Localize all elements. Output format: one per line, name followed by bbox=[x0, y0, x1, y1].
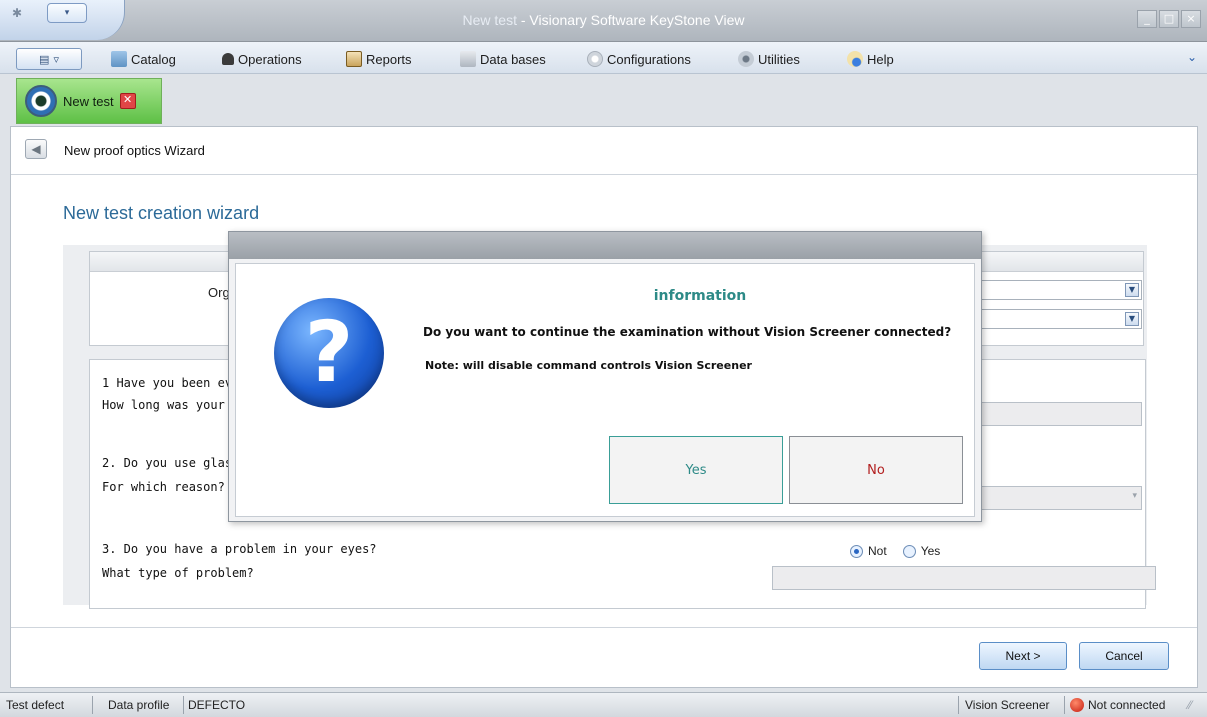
panel-icon: ▤ bbox=[39, 52, 50, 66]
organization-label: Org bbox=[208, 285, 230, 300]
menu-reports[interactable]: Reports bbox=[346, 50, 412, 68]
document-tab-strip: New test ✕ bbox=[0, 74, 1207, 126]
help-icon bbox=[847, 51, 863, 67]
menu-configurations-label: Configurations bbox=[607, 51, 691, 67]
information-dialog: ? information Do you want to continue th… bbox=[228, 231, 982, 522]
problem-type-field[interactable] bbox=[772, 566, 1156, 590]
question-1-sub: How long was your bbox=[102, 398, 225, 412]
disconnected-icon bbox=[1070, 698, 1084, 712]
eye-problem-radio-group: Not Yes bbox=[850, 544, 940, 558]
reports-icon bbox=[346, 51, 362, 67]
resize-grip-icon[interactable]: ⁄⁄ bbox=[1188, 698, 1192, 712]
minimize-icon[interactable]: _ bbox=[1137, 10, 1157, 28]
next-button[interactable]: Next > bbox=[979, 642, 1067, 670]
menu-utilities[interactable]: Utilities bbox=[738, 50, 800, 68]
radio-yes[interactable]: Yes bbox=[902, 544, 941, 558]
status-profile-value: DEFECTO bbox=[188, 698, 246, 712]
title-bar: ✱ ▾ New test - Visionary Software KeySto… bbox=[0, 0, 1207, 42]
dialog-note: Note: will disable command controls Visi… bbox=[425, 359, 752, 372]
question-2: 2. Do you use glasse bbox=[102, 456, 247, 470]
status-profile-label: Data profile bbox=[108, 698, 170, 712]
window-title: New test - Visionary Software KeyStone V… bbox=[462, 12, 745, 28]
menu-help[interactable]: Help bbox=[847, 50, 894, 68]
section-title: New test creation wizard bbox=[63, 203, 260, 223]
second-combo[interactable]: ▼ bbox=[974, 309, 1142, 329]
maximize-icon[interactable]: □ bbox=[1159, 10, 1179, 28]
status-divider bbox=[92, 696, 93, 714]
tab-label: New test bbox=[63, 93, 114, 109]
dialog-question: Do you want to continue the examination … bbox=[423, 325, 952, 339]
radio-unselected-icon[interactable] bbox=[902, 544, 916, 558]
close-icon[interactable]: × bbox=[1181, 10, 1201, 28]
chevron-down-icon[interactable]: ▼ bbox=[1125, 283, 1139, 297]
question-icon: ? bbox=[274, 298, 384, 408]
tab-new-test[interactable]: New test ✕ bbox=[16, 78, 162, 124]
view-menu-button[interactable]: ▤ ▿ bbox=[16, 48, 82, 70]
wizard-title: New proof optics Wizard bbox=[64, 143, 205, 158]
menu-catalog[interactable]: Catalog bbox=[111, 50, 176, 68]
window-controls: _ □ × bbox=[1137, 10, 1201, 28]
eye-icon bbox=[25, 85, 57, 117]
menu-utilities-label: Utilities bbox=[758, 51, 800, 67]
chevron-down-icon: ▾ bbox=[1132, 491, 1137, 501]
no-button[interactable]: No bbox=[789, 436, 963, 504]
yes-button[interactable]: Yes bbox=[609, 436, 783, 504]
chevron-down-icon: ▿ bbox=[53, 52, 59, 66]
question-1: 1 Have you been ev bbox=[102, 376, 233, 390]
status-device: Vision Screener bbox=[965, 698, 1050, 712]
menu-reports-label: Reports bbox=[366, 51, 412, 67]
ribbon-expand-icon[interactable]: ⌄ bbox=[1187, 50, 1197, 64]
status-divider bbox=[1064, 696, 1065, 714]
menu-bar: ▤ ▿ Catalog Operations Reports Data bases… bbox=[0, 42, 1207, 74]
status-divider bbox=[958, 696, 959, 714]
radio-not-label: Not bbox=[868, 544, 887, 558]
question-3: 3. Do you have a problem in your eyes? bbox=[102, 542, 377, 556]
back-arrow-icon[interactable]: ◀ bbox=[25, 139, 47, 159]
status-test: Test defect bbox=[6, 698, 65, 712]
dialog-title-bar bbox=[229, 232, 981, 259]
question-2-sub: For which reason? bbox=[102, 480, 225, 494]
cancel-button[interactable]: Cancel bbox=[1079, 642, 1169, 670]
radio-selected-icon[interactable] bbox=[850, 544, 863, 558]
databases-icon bbox=[460, 51, 476, 67]
close-tab-icon[interactable]: ✕ bbox=[119, 93, 136, 109]
menu-operations-label: Operations bbox=[238, 51, 302, 67]
status-bar: Test defect Data profile DEFECTO Vision … bbox=[0, 692, 1207, 717]
menu-databases[interactable]: Data bases bbox=[460, 50, 546, 68]
menu-help-label: Help bbox=[867, 51, 894, 67]
dialog-heading: information bbox=[653, 288, 747, 304]
status-divider bbox=[183, 696, 184, 714]
gear-icon bbox=[587, 51, 603, 67]
organization-combo[interactable]: ▼ bbox=[974, 280, 1142, 300]
connection-status: Not connected bbox=[1070, 698, 1165, 712]
menu-databases-label: Data bases bbox=[480, 51, 546, 67]
question-3-sub: What type of problem? bbox=[102, 566, 254, 580]
footer-divider bbox=[11, 627, 1197, 628]
menu-configurations[interactable]: Configurations bbox=[587, 50, 691, 68]
catalog-icon bbox=[111, 51, 127, 67]
menu-operations[interactable]: Operations bbox=[222, 50, 302, 68]
radio-not[interactable]: Not bbox=[850, 544, 887, 558]
dialog-body: ? information Do you want to continue th… bbox=[235, 263, 975, 517]
chevron-down-icon[interactable]: ▼ bbox=[1125, 312, 1139, 326]
wizard-header: ◀ New proof optics Wizard bbox=[11, 127, 1197, 175]
menu-catalog-label: Catalog bbox=[131, 51, 176, 67]
radio-yes-label: Yes bbox=[920, 544, 941, 558]
operations-icon bbox=[222, 53, 234, 65]
connection-status-label: Not connected bbox=[1088, 698, 1166, 712]
utilities-icon bbox=[738, 51, 754, 67]
